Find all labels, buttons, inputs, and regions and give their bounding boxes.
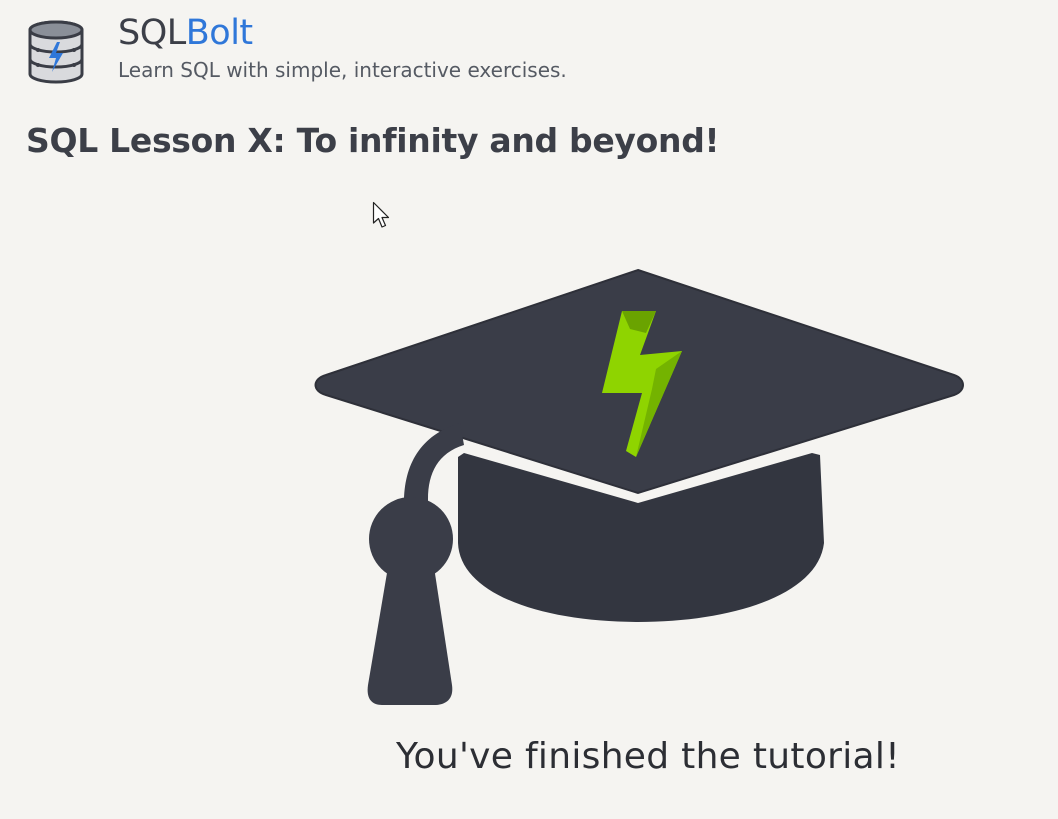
lesson-title: SQL Lesson X: To infinity and beyond! [26, 121, 720, 160]
database-bolt-icon [28, 20, 84, 84]
page: SQLBolt Learn SQL with simple, interacti… [0, 0, 1058, 819]
brand-accent: Bolt [185, 13, 253, 53]
site-tagline: Learn SQL with simple, interactive exerc… [118, 58, 567, 82]
completion-message: You've finished the tutorial! [396, 736, 900, 777]
graduation-cap-bolt-icon [314, 268, 964, 705]
brand-prefix: SQL [118, 13, 186, 53]
mouse-pointer-icon [372, 201, 390, 228]
logo-link[interactable] [26, 20, 86, 84]
site-brand[interactable]: SQLBolt [118, 12, 253, 54]
